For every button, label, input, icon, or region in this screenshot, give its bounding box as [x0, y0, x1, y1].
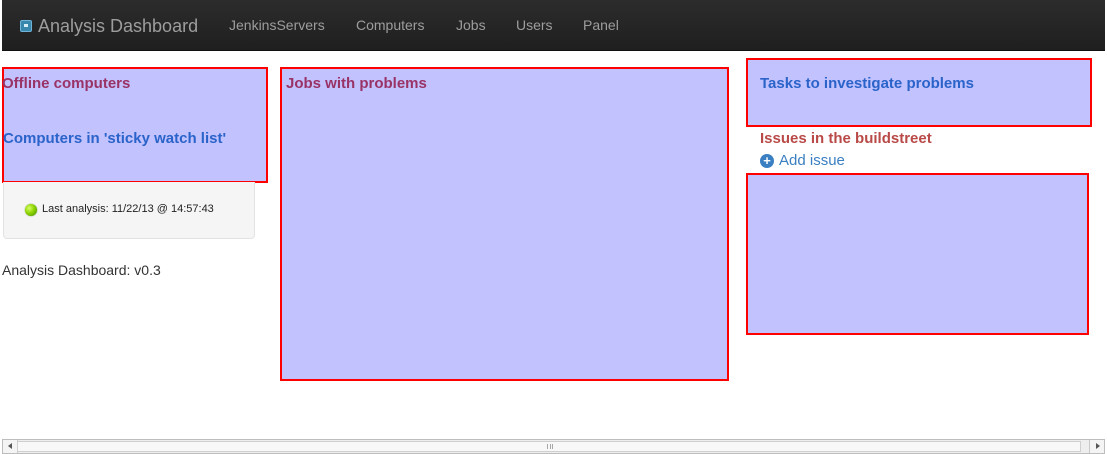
version-text: Analysis Dashboard: v0.3: [2, 262, 161, 278]
nav-link-panel[interactable]: Panel: [583, 17, 619, 33]
dashboard-icon: [20, 20, 32, 32]
horizontal-scrollbar[interactable]: [2, 439, 1105, 454]
issues-panel: [746, 173, 1089, 335]
issues-title: Issues in the buildstreet: [760, 130, 932, 147]
scrollbar-thumb[interactable]: [17, 441, 1081, 452]
sticky-watch-list-title: Computers in 'sticky watch list': [3, 130, 227, 147]
jobs-with-problems-panel: [280, 67, 729, 381]
brand-link[interactable]: Analysis Dashboard: [20, 14, 198, 38]
tasks-title: Tasks to investigate problems: [760, 75, 974, 92]
top-navbar: Analysis Dashboard JenkinsServers Comput…: [2, 0, 1105, 51]
scroll-right-icon[interactable]: [1089, 440, 1104, 453]
last-analysis-panel: Last analysis: 11/22/13 @ 14:57:43: [3, 182, 255, 239]
jobs-with-problems-title: Jobs with problems: [286, 75, 427, 92]
tasks-panel: [746, 58, 1092, 127]
last-analysis-text: Last analysis: 11/22/13 @ 14:57:43: [42, 203, 214, 215]
add-issue-label: Add issue: [779, 152, 845, 169]
nav-link-computers[interactable]: Computers: [356, 17, 424, 33]
offline-computers-title: Offline computers: [2, 75, 131, 92]
add-issue-link[interactable]: + Add issue: [760, 152, 845, 169]
scroll-grip-icon: [547, 444, 553, 449]
nav-link-jobs[interactable]: Jobs: [456, 17, 486, 33]
nav-link-users[interactable]: Users: [516, 17, 553, 33]
nav-link-jenkinsservers[interactable]: JenkinsServers: [229, 17, 325, 33]
brand-label: Analysis Dashboard: [38, 15, 199, 36]
plus-circle-icon: +: [760, 153, 774, 168]
green-status-dot-icon: [25, 204, 37, 216]
scroll-left-icon[interactable]: [3, 440, 18, 453]
